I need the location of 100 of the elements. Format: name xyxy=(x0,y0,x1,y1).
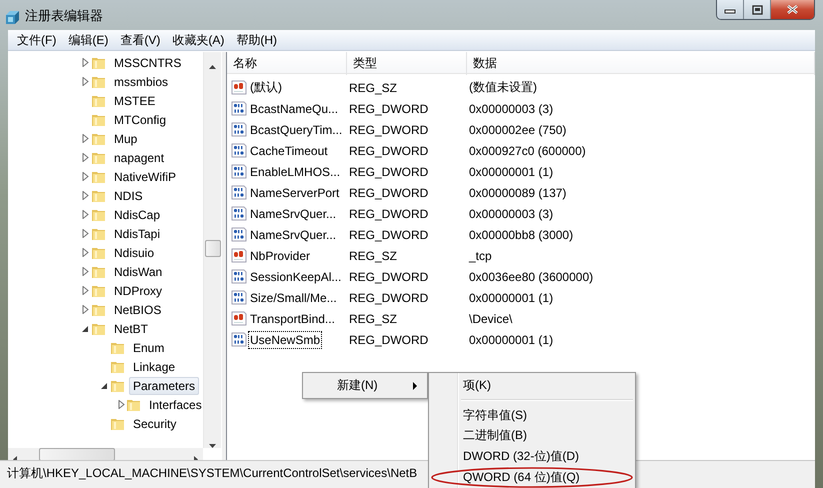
menu-item[interactable]: DWORD (32-位)值(D) xyxy=(431,446,633,468)
menu-item[interactable]: 二进制值(B) xyxy=(431,426,633,446)
tree-item[interactable]: napagent xyxy=(110,148,168,166)
tree-item[interactable]: Interfaces xyxy=(145,396,203,414)
menu-item[interactable]: 收藏夹(A) xyxy=(166,32,230,48)
binary-value-icon xyxy=(231,100,247,116)
menu-item[interactable]: 编辑(E) xyxy=(62,32,114,48)
value-data: 0x00000003 (3) xyxy=(468,206,554,220)
expand-triangle-icon[interactable] xyxy=(82,305,88,314)
binary-value-icon xyxy=(231,332,247,348)
value-type: REG_DWORD xyxy=(348,164,430,178)
value-name[interactable]: UseNewSmb xyxy=(248,330,322,348)
value-type: REG_DWORD xyxy=(348,290,430,304)
maximize-icon xyxy=(752,4,762,14)
string-value-icon xyxy=(231,310,247,326)
binary-value-icon xyxy=(231,184,247,200)
value-name[interactable]: NbProvider xyxy=(248,246,312,264)
minimize-button[interactable] xyxy=(717,0,744,19)
tree-item[interactable]: NDIS xyxy=(110,186,147,204)
column-header[interactable]: 类型 xyxy=(347,52,467,75)
expand-triangle-icon[interactable] xyxy=(82,229,88,238)
value-data: 0x00000089 (137) xyxy=(468,186,568,200)
tree-item[interactable]: NdisWan xyxy=(110,262,166,280)
binary-value-icon xyxy=(231,164,247,180)
binary-value-icon xyxy=(231,206,247,222)
column-header[interactable]: 名称 xyxy=(227,52,347,75)
tree-item[interactable]: NdisTapi xyxy=(110,224,164,242)
horizontal-scrollbar[interactable] xyxy=(8,448,203,461)
tree-item[interactable]: MSTEE xyxy=(110,92,160,110)
expand-triangle-icon[interactable] xyxy=(82,286,88,295)
tree-item[interactable]: Mup xyxy=(110,130,142,148)
tree-item[interactable]: NativeWifiP xyxy=(110,168,180,186)
window-title: 注册表编辑器 xyxy=(25,7,103,25)
menu-item[interactable]: 查看(V) xyxy=(114,32,166,48)
expand-triangle-icon[interactable] xyxy=(82,153,88,162)
tree-item[interactable]: NetBT xyxy=(110,320,152,338)
scrollbar-thumb[interactable] xyxy=(39,448,115,461)
expand-triangle-icon[interactable] xyxy=(82,77,88,86)
tree-item[interactable]: NdisCap xyxy=(110,206,164,224)
value-type: REG_SZ xyxy=(348,248,398,262)
collapse-triangle-icon[interactable] xyxy=(101,382,107,388)
binary-value-icon xyxy=(231,268,247,284)
tree-item[interactable]: Enum xyxy=(129,338,168,356)
close-icon xyxy=(786,4,799,15)
expand-triangle-icon[interactable] xyxy=(82,172,88,181)
value-type: REG_DWORD xyxy=(348,144,430,158)
tree-item[interactable]: Ndisuio xyxy=(110,244,158,262)
expand-triangle-icon[interactable] xyxy=(82,191,88,200)
binary-value-icon xyxy=(231,290,247,306)
value-name[interactable]: (默认) xyxy=(248,77,284,98)
value-type: REG_SZ xyxy=(348,80,398,94)
value-name[interactable]: NameSrvQuer... xyxy=(248,204,338,222)
value-type: REG_DWORD xyxy=(348,270,430,284)
binary-value-icon xyxy=(231,122,247,138)
menu-item[interactable]: 帮助(H) xyxy=(230,32,283,48)
tree-item[interactable]: Security xyxy=(129,414,180,432)
value-name[interactable]: TransportBind... xyxy=(248,310,337,328)
expand-triangle-icon[interactable] xyxy=(82,58,88,67)
menu-item[interactable]: 项(K) xyxy=(431,375,633,396)
scrollbar-thumb[interactable] xyxy=(205,240,221,257)
expand-triangle-icon[interactable] xyxy=(82,267,88,276)
tree-item[interactable]: mssmbios xyxy=(110,72,172,90)
tree-item[interactable]: Parameters xyxy=(129,376,200,394)
close-button[interactable] xyxy=(771,0,814,19)
tree-item[interactable]: Linkage xyxy=(129,358,180,376)
value-data: 0x000927c0 (600000) xyxy=(468,144,587,158)
value-name[interactable]: NameSrvQuer... xyxy=(248,226,338,244)
value-name[interactable]: BcastQueryTim... xyxy=(248,120,344,138)
tree-item[interactable]: NDProxy xyxy=(110,282,166,300)
menu-item[interactable]: 字符串值(S) xyxy=(431,404,633,426)
value-data: (数值未设置) xyxy=(468,79,538,96)
collapse-triangle-icon[interactable] xyxy=(82,326,88,332)
value-type: REG_DWORD xyxy=(348,122,430,136)
value-type: REG_SZ xyxy=(348,312,398,326)
expand-triangle-icon[interactable] xyxy=(82,248,88,257)
column-header[interactable]: 数据 xyxy=(467,52,815,75)
value-name[interactable]: CacheTimeout xyxy=(248,142,330,160)
value-name[interactable]: EnableLMHOS... xyxy=(248,162,342,180)
expand-triangle-icon[interactable] xyxy=(82,134,88,143)
value-type: REG_DWORD xyxy=(348,332,430,346)
value-name[interactable]: SessionKeepAl... xyxy=(248,268,344,286)
menu-item[interactable]: QWORD (64 位)值(Q) xyxy=(431,467,633,488)
menu-item[interactable]: 文件(F) xyxy=(11,32,62,48)
value-name[interactable]: NameServerPort xyxy=(248,184,342,202)
value-data: _tcp xyxy=(468,248,493,262)
value-name[interactable]: Size/Small/Me... xyxy=(248,288,339,306)
tree-item[interactable]: MSSCNTRS xyxy=(110,54,186,72)
tree-item[interactable]: MTConfig xyxy=(110,110,170,128)
value-data: 0x000002ee (750) xyxy=(468,122,568,136)
value-data: 0x00000001 (1) xyxy=(468,332,554,346)
value-data: 0x00000bb8 (3000) xyxy=(468,228,574,242)
expand-triangle-icon[interactable] xyxy=(118,400,125,409)
expand-triangle-icon[interactable] xyxy=(82,210,88,219)
scroll-down-icon xyxy=(209,444,216,448)
vertical-scrollbar[interactable] xyxy=(203,52,221,448)
maximize-button[interactable] xyxy=(744,0,771,19)
binary-value-icon xyxy=(231,226,247,242)
value-name[interactable]: BcastNameQu... xyxy=(248,100,340,118)
value-type: REG_DWORD xyxy=(348,228,430,242)
tree-item[interactable]: NetBIOS xyxy=(110,300,166,318)
